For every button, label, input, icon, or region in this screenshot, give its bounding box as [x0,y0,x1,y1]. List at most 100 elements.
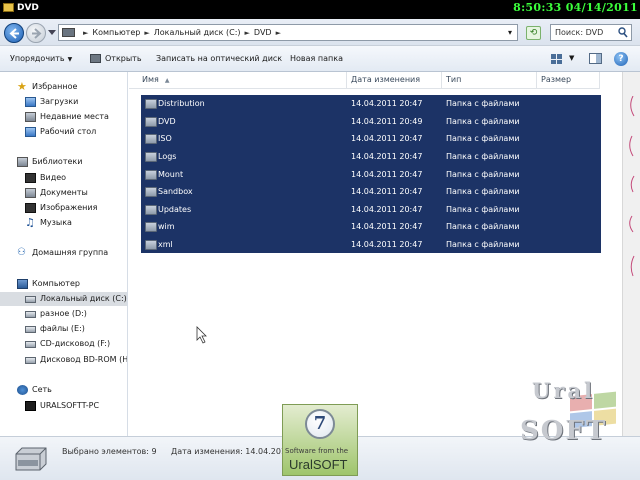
chevron-right-icon[interactable]: ► [276,29,281,37]
breadcrumb-local-disk[interactable]: Локальный диск (C:) [154,28,241,37]
view-options-icon[interactable] [551,54,562,64]
nav-drive-d[interactable]: разное (D:) [0,307,127,321]
file-row[interactable]: DVD 14.04.2011 20:49 Папка с файлами [141,113,601,130]
file-row[interactable]: wim 14.04.2011 20:47 Папка с файлами [141,218,601,235]
file-row[interactable]: Distribution 14.04.2011 20:47 Папка с файл… [141,95,601,112]
uralsoft-watermark: Ural SOFT [518,378,638,448]
nav-computer[interactable]: Компьютер [0,277,127,291]
nav-libraries-label: Библиотеки [32,157,83,166]
folder-icon [145,152,157,162]
chevron-right-icon[interactable]: ► [144,29,149,37]
file-row[interactable]: ISO 14.04.2011 20:47 Папка с файлами [141,130,601,147]
nav-drive-h[interactable]: Дисковод BD-ROM (H [0,353,128,367]
network-icon [17,385,28,395]
monitor-icon [25,401,36,411]
column-name[interactable]: Имя ▲ [142,75,169,84]
column-divider[interactable] [599,72,600,89]
folder-icon [145,134,157,144]
forward-button[interactable] [26,23,46,43]
nav-drive-f-label: CD-дисковод (F:) [40,339,111,348]
nav-video[interactable]: Видео [0,171,127,185]
file-row[interactable]: Sandbox 14.04.2011 20:47 Папка с файлами [141,183,601,200]
computer-icon [62,28,75,37]
address-bar[interactable]: ► Компьютер ► Локальный диск (C:) ► DVD … [58,24,518,41]
drive-large-icon [15,447,47,471]
nav-music[interactable]: ♫ Музыка [0,216,127,230]
view-dropdown-icon[interactable]: ▼ [569,54,574,62]
file-date: 14.04.2011 20:47 [351,99,423,108]
column-header: Имя ▲ Дата изменения Тип Размер [129,72,600,89]
nav-drive-f[interactable]: CD-дисковод (F:) [0,337,127,351]
nav-homegroup-label: Домашняя группа [32,248,109,257]
folder-icon [3,3,14,12]
arrow-right-icon [32,28,42,39]
organize-label: Упорядочить [10,54,65,63]
file-row[interactable]: Mount 14.04.2011 20:47 Папка с файлами [141,166,601,183]
drive-icon [90,54,101,63]
refresh-icon: ⟲ [529,28,538,38]
nav-drive-c-label: Локальный диск (C:) [40,294,127,303]
file-type: Папка с файлами [446,222,520,231]
file-type: Папка с файлами [446,134,520,143]
column-date[interactable]: Дата изменения [351,75,420,84]
address-dropdown-icon[interactable]: ▾ [508,28,512,37]
nav-drive-h-label: Дисковод BD-ROM (H [40,355,128,364]
column-divider[interactable] [346,72,347,89]
folder-icon [145,240,157,250]
file-row[interactable]: Updates 14.04.2011 20:47 Папка с файлами [141,201,601,218]
column-divider[interactable] [441,72,442,89]
video-icon [25,173,36,183]
file-row[interactable]: xml 14.04.2011 20:47 Папка с файлами [141,236,601,253]
new-folder-button[interactable]: Новая папка [290,54,343,63]
file-name: Distribution [158,99,205,108]
computer-icon [17,279,28,289]
column-divider[interactable] [536,72,537,89]
file-row[interactable]: Logs 14.04.2011 20:47 Папка с файлами [141,148,601,165]
watermark-line2: SOFT [520,416,608,446]
mouse-cursor-icon [196,326,207,344]
documents-icon [25,188,36,198]
recent-pages-icon[interactable] [48,30,56,36]
file-date: 14.04.2011 20:49 [351,117,423,126]
file-type: Папка с файлами [446,117,520,126]
open-button[interactable]: Открыть [90,54,142,63]
drive-icon [25,311,36,318]
nav-recent-places[interactable]: Недавние места [0,110,127,124]
preview-pane-icon[interactable] [589,53,602,64]
recent-places-icon [25,112,36,122]
breadcrumb-dvd[interactable]: DVD [254,28,272,37]
column-size[interactable]: Размер [541,75,571,84]
chevron-right-icon[interactable]: ► [83,29,88,37]
folder-icon [145,170,157,180]
nav-documents-label: Документы [40,188,88,197]
nav-desktop[interactable]: Рабочий стол [0,125,127,139]
chevron-right-icon[interactable]: ► [245,29,250,37]
window-title: DVD [17,3,39,13]
nav-pictures[interactable]: Изображения [0,201,127,215]
nav-favorites[interactable]: ★ Избранное [0,80,127,94]
nav-network-pc[interactable]: URALSOFTT-PC [0,399,127,413]
burn-button[interactable]: Записать на оптический диск [156,54,282,63]
nav-downloads[interactable]: Загрузки [0,95,127,109]
logo-name: UralSOFT [289,457,348,472]
nav-homegroup[interactable]: ⚇ Домашняя группа [0,246,127,260]
nav-drive-c[interactable]: Локальный диск (C:) [0,292,127,306]
nav-network-label: Сеть [32,385,52,394]
back-button[interactable] [4,23,24,43]
downloads-icon [25,97,36,107]
file-name: Logs [158,152,177,161]
nav-drive-e[interactable]: файлы (E:) [0,322,127,336]
refresh-button[interactable]: ⟲ [526,26,541,40]
search-input[interactable]: Поиск: DVD [550,24,632,41]
help-icon[interactable]: ? [614,52,628,66]
breadcrumb-computer[interactable]: Компьютер [92,28,140,37]
nav-network[interactable]: Сеть [0,383,127,397]
nav-libraries[interactable]: Библиотеки [0,155,127,169]
organize-button[interactable]: Упорядочить ▼ [10,54,72,63]
search-icon [618,27,628,38]
column-type[interactable]: Тип [446,75,461,84]
file-name: DVD [158,117,176,126]
nav-documents[interactable]: Документы [0,186,127,200]
file-name: Updates [158,205,192,214]
search-placeholder: Поиск: DVD [555,28,604,37]
